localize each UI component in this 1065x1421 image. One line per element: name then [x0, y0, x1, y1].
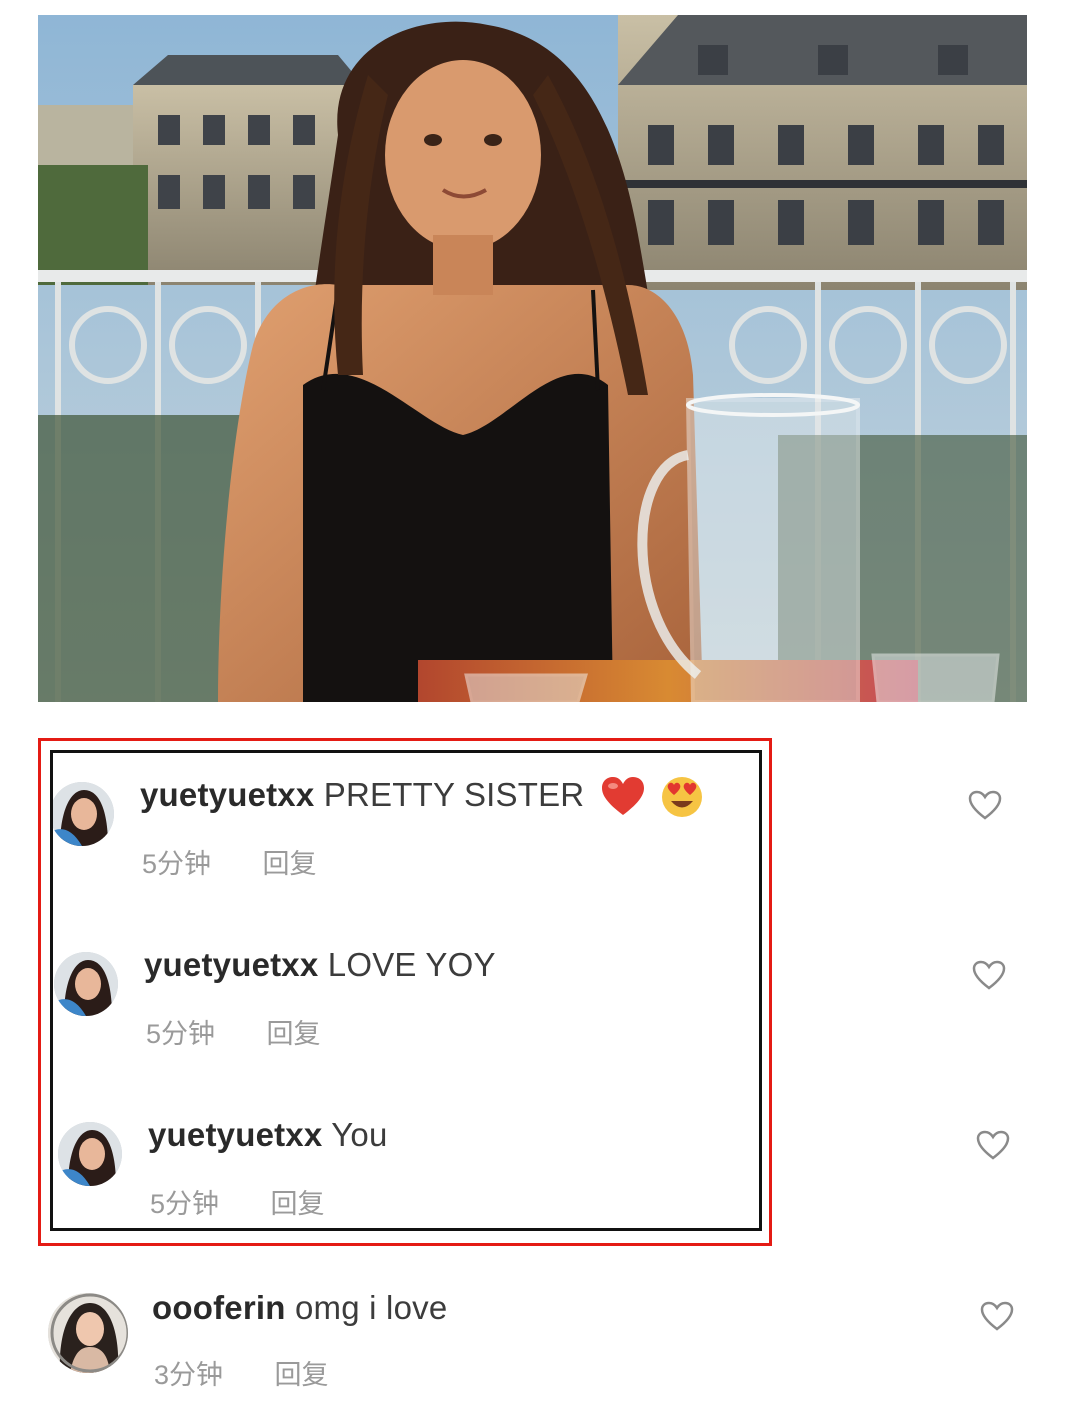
red-heart-emoji	[601, 777, 644, 817]
reply-button[interactable]: 回复	[271, 1189, 325, 1219]
like-button[interactable]	[976, 1130, 1010, 1160]
comment-meta: 5分钟 回复	[142, 842, 317, 881]
comment-time: 5分钟	[142, 849, 212, 879]
avatar-image	[50, 782, 114, 846]
comment-message: omg i love	[294, 1289, 448, 1326]
comment-username[interactable]: yuetyuetxx	[148, 1116, 322, 1153]
comment-time: 5分钟	[150, 1189, 220, 1219]
comment-message: You	[331, 1116, 388, 1153]
user-avatar[interactable]	[50, 782, 114, 846]
heart-outline-icon	[980, 1301, 1014, 1331]
user-avatar[interactable]	[48, 1293, 128, 1373]
heart-outline-icon	[968, 790, 1002, 820]
comment-item: yuetyuetxx PRETTY SISTER 5分钟 回复	[0, 770, 1065, 880]
comment-username[interactable]: yuetyuetxx	[140, 776, 314, 813]
reply-button[interactable]: 回复	[267, 1019, 321, 1049]
user-avatar[interactable]	[58, 1122, 122, 1186]
like-button[interactable]	[980, 1301, 1014, 1331]
post-photo-image	[38, 15, 1027, 702]
comment-message: LOVE YOY	[327, 946, 496, 983]
avatar-image	[58, 1122, 122, 1186]
comment-body: yuetyuetxx PRETTY SISTER	[140, 776, 703, 818]
reply-button[interactable]: 回复	[263, 849, 317, 879]
comment-meta: 5分钟 回复	[150, 1182, 325, 1221]
avatar-image	[54, 952, 118, 1016]
comment-body: yuetyuetxx LOVE YOY	[144, 946, 496, 984]
comment-meta: 3分钟 回复	[154, 1353, 329, 1392]
comment-username[interactable]: yuetyuetxx	[144, 946, 318, 983]
comment-item: yuetyuetxx You 5分钟 回复	[0, 1110, 1065, 1220]
comment-body: yuetyuetxx You	[148, 1116, 388, 1154]
comment-time: 3分钟	[154, 1360, 224, 1390]
heart-outline-icon	[972, 960, 1006, 990]
like-button[interactable]	[972, 960, 1006, 990]
comment-message: PRETTY SISTER	[323, 776, 585, 813]
avatar-image	[48, 1293, 128, 1373]
like-button[interactable]	[968, 790, 1002, 820]
comment-meta: 5分钟 回复	[146, 1012, 321, 1051]
heart-outline-icon	[976, 1130, 1010, 1160]
comment-time: 5分钟	[146, 1019, 216, 1049]
reply-button[interactable]: 回复	[275, 1360, 329, 1390]
post-photo[interactable]	[38, 15, 1027, 702]
comment-body: oooferin omg i love	[152, 1289, 447, 1327]
comment-item: yuetyuetxx LOVE YOY 5分钟 回复	[0, 940, 1065, 1050]
comment-item: oooferin omg i love 3分钟 回复	[0, 1285, 1065, 1395]
comment-username[interactable]: oooferin	[152, 1289, 286, 1326]
user-avatar[interactable]	[54, 952, 118, 1016]
heart-eyes-emoji	[661, 776, 703, 818]
